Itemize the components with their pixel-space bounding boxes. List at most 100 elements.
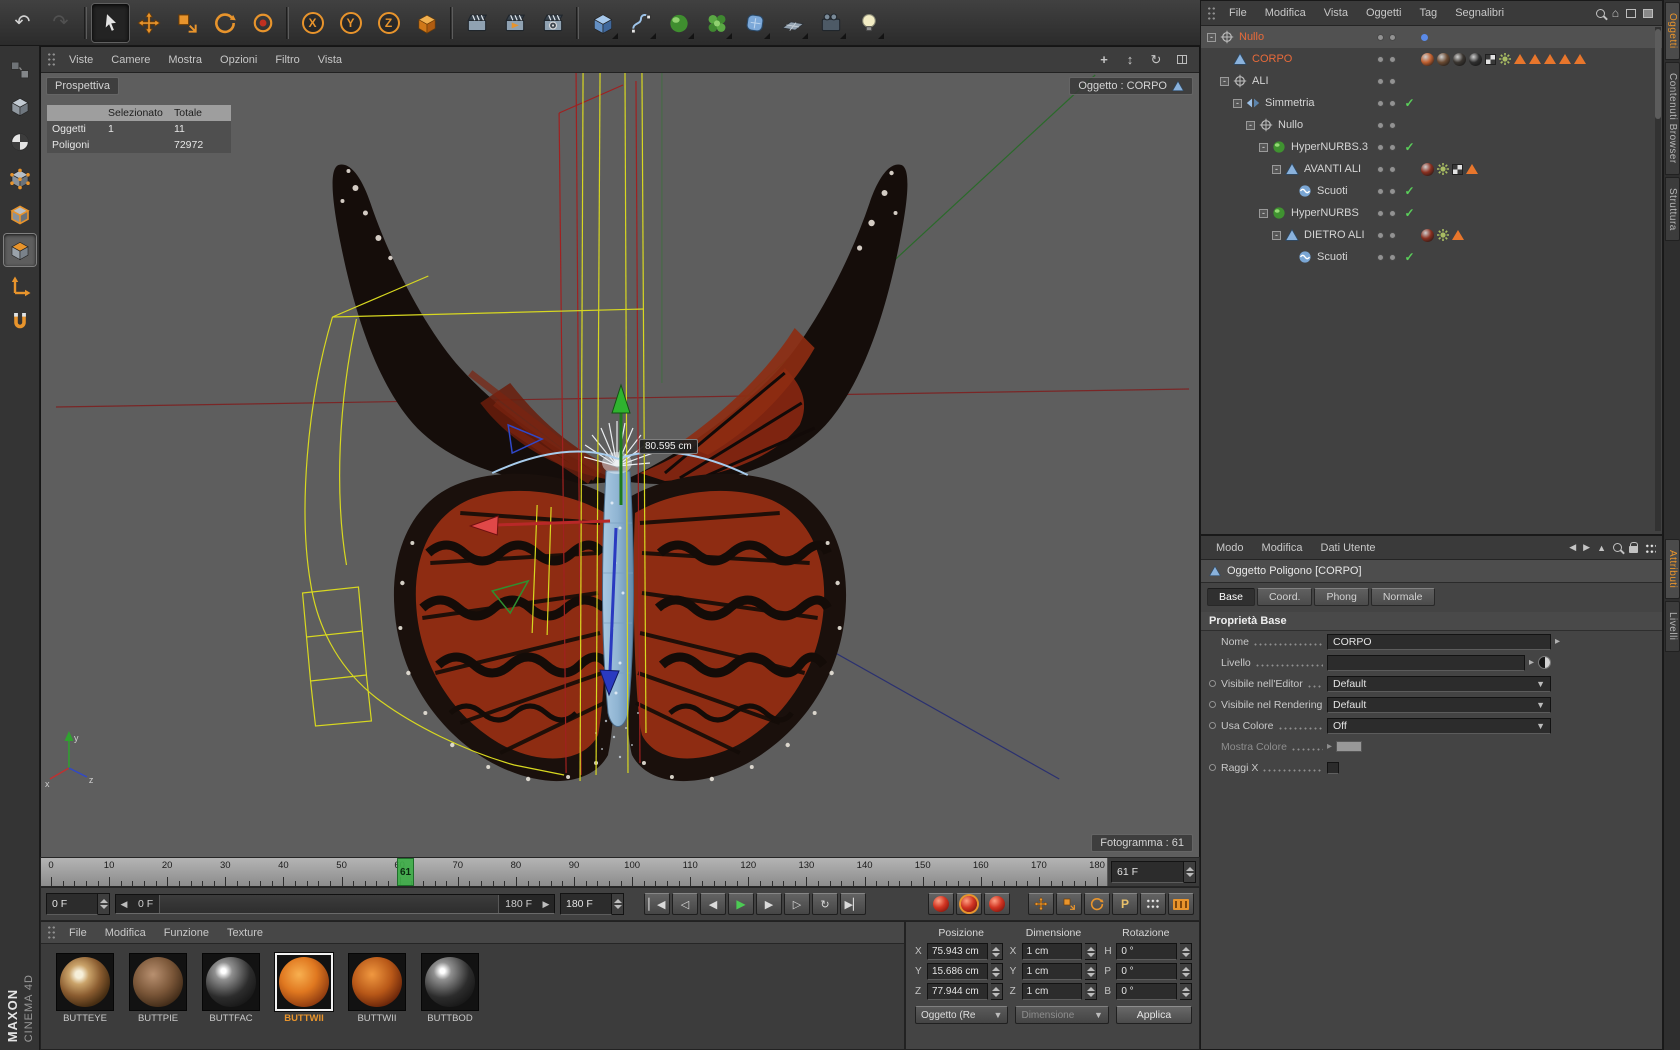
size-0-stepper[interactable] <box>1085 943 1098 960</box>
undo-button[interactable]: ↶ <box>4 4 41 42</box>
object-label[interactable]: ALI <box>1252 75 1269 87</box>
object-row-corpo[interactable]: CORPO <box>1201 48 1662 70</box>
viewport-menu-camere[interactable]: Camere <box>102 51 159 69</box>
texture-tag-icon[interactable] <box>1421 228 1434 242</box>
record-keyframe-button[interactable] <box>928 893 954 915</box>
object-row-avanti-ali[interactable]: - AVANTI ALI <box>1201 158 1662 180</box>
uv-tag-icon[interactable] <box>1485 53 1496 65</box>
goto-start-button[interactable]: ▏◀ <box>644 893 670 915</box>
history-back-icon[interactable]: ◀ <box>1569 542 1576 553</box>
record-position-button[interactable] <box>1028 893 1054 915</box>
record-options-button[interactable] <box>984 893 1010 915</box>
render-visibility-dot[interactable] <box>1389 33 1396 41</box>
object-label[interactable]: Nullo <box>1278 119 1303 131</box>
layout-tab-struttura[interactable]: Struttura <box>1665 176 1680 242</box>
add-primitive-cube-button[interactable] <box>584 4 621 42</box>
material-menu-texture[interactable]: Texture <box>218 924 272 942</box>
live-selection-button[interactable] <box>92 3 129 42</box>
layer-input[interactable] <box>1327 654 1525 671</box>
selection-tag-icon[interactable] <box>1544 54 1556 64</box>
editor-visibility-dot[interactable] <box>1377 33 1384 41</box>
current-frame-stepper[interactable] <box>1184 861 1196 883</box>
expand-arrow-icon[interactable]: ▸ <box>1529 657 1534 668</box>
material-item[interactable]: BUTTWII <box>272 953 336 1024</box>
pan-view-icon[interactable]: + <box>1093 50 1115 70</box>
coordinate-mode-select[interactable]: Oggetto (Re ▼ <box>915 1006 1009 1024</box>
visibile-nel-rendering-select[interactable]: Default ▼ <box>1327 696 1551 713</box>
editor-visibility-dot[interactable] <box>1377 99 1384 107</box>
editor-visibility-dot[interactable] <box>1377 121 1384 129</box>
color-swatch[interactable] <box>1336 741 1363 752</box>
add-spline-button[interactable] <box>622 4 659 42</box>
panel-grip-icon[interactable] <box>47 52 56 67</box>
tab-coord[interactable]: Coord. <box>1256 588 1313 606</box>
move-button[interactable] <box>130 4 167 42</box>
lock-y-button[interactable]: Y <box>332 4 369 42</box>
material-menu-modifica[interactable]: Modifica <box>96 924 155 942</box>
material-thumbnail[interactable] <box>421 953 479 1011</box>
name-input[interactable]: CORPO <box>1327 633 1551 650</box>
object-manager-menu-oggetti[interactable]: Oggetti <box>1357 4 1410 22</box>
size-1-input[interactable]: 1 cm <box>1021 963 1083 980</box>
search-icon[interactable] <box>1595 8 1605 18</box>
texture-mode-button[interactable] <box>4 126 36 158</box>
search-icon[interactable] <box>1613 543 1622 552</box>
enable-state[interactable]: ✓ <box>1403 96 1416 110</box>
collapse-expander[interactable]: - <box>1233 98 1242 108</box>
add-light-button[interactable] <box>850 4 887 42</box>
selection-tag-icon[interactable] <box>1574 54 1586 64</box>
edges-mode-button[interactable] <box>4 198 36 230</box>
lock-icon[interactable] <box>1629 541 1638 553</box>
visibile-nell-editor-select[interactable]: Default ▼ <box>1327 675 1551 692</box>
attribute-menu-dati-utente[interactable]: Dati Utente <box>1312 539 1385 557</box>
collapse-expander[interactable]: - <box>1272 230 1281 240</box>
material-thumbnail[interactable] <box>275 953 333 1011</box>
current-frame-marker[interactable]: 61 <box>397 858 414 886</box>
enable-state[interactable]: ✓ <box>1403 250 1416 264</box>
view-label[interactable]: Prospettiva <box>46 77 120 95</box>
size-mode-select[interactable]: Dimensione ▼ <box>1015 1006 1109 1024</box>
position-2-stepper[interactable] <box>990 983 1003 1000</box>
object-row-scuoti[interactable]: Scuoti ✓ <box>1201 246 1662 268</box>
render-view-button[interactable] <box>458 4 495 42</box>
object-label[interactable]: Scuoti <box>1317 185 1348 197</box>
editor-visibility-dot[interactable] <box>1377 77 1384 85</box>
loop-start-input[interactable]: 0 F <box>46 893 98 915</box>
render-visibility-dot[interactable] <box>1389 77 1396 85</box>
coordinate-system-button[interactable] <box>408 4 445 42</box>
last-tool-button[interactable] <box>244 4 281 42</box>
render-visibility-dot[interactable] <box>1389 231 1396 239</box>
make-editable-button[interactable] <box>4 54 36 86</box>
viewport-canvas[interactable]: y x z Prospettiva Selezionato Totale Ogg… <box>41 73 1199 858</box>
keyframe-dot[interactable] <box>1209 680 1216 687</box>
tab-phong[interactable]: Phong <box>1314 588 1369 606</box>
history-forward-icon[interactable]: ▶ <box>1583 542 1590 553</box>
render-visibility-dot[interactable] <box>1389 253 1396 261</box>
object-label[interactable]: Scuoti <box>1317 251 1348 263</box>
material-menu-file[interactable]: File <box>60 924 96 942</box>
object-row-hypernurbs[interactable]: - HyperNURBS ✓ <box>1201 202 1662 224</box>
parent-object-icon[interactable]: ▲ <box>1597 543 1606 553</box>
record-point-level-button[interactable] <box>1140 893 1166 915</box>
editor-visibility-dot[interactable] <box>1377 165 1384 173</box>
size-0-input[interactable]: 1 cm <box>1021 943 1083 960</box>
prev-key-button[interactable]: ◁ <box>672 893 698 915</box>
redo-button[interactable]: ↷ <box>42 4 79 42</box>
expand-arrow-icon[interactable]: ▸ <box>1555 636 1560 647</box>
object-label[interactable]: Simmetria <box>1265 97 1315 109</box>
next-key-button[interactable]: ▷ <box>784 893 810 915</box>
zoom-view-icon[interactable]: ↕ <box>1119 50 1141 70</box>
texture-tag-icon[interactable] <box>1469 52 1482 66</box>
render-active-objects-button[interactable] <box>496 4 533 42</box>
expression-tag-icon[interactable] <box>1437 229 1449 241</box>
scrollbar-thumb[interactable] <box>1655 29 1661 119</box>
add-floor-button[interactable] <box>774 4 811 42</box>
render-visibility-dot[interactable] <box>1389 121 1396 129</box>
object-row-simmetria[interactable]: - Simmetria ✓ <box>1201 92 1662 114</box>
window-icon[interactable] <box>1643 8 1653 18</box>
enable-state[interactable]: ✓ <box>1403 140 1416 154</box>
selection-tag-icon[interactable] <box>1559 54 1571 64</box>
polygons-mode-button[interactable] <box>3 234 36 266</box>
render-visibility-dot[interactable] <box>1389 209 1396 217</box>
texture-tag-icon[interactable] <box>1421 162 1434 176</box>
